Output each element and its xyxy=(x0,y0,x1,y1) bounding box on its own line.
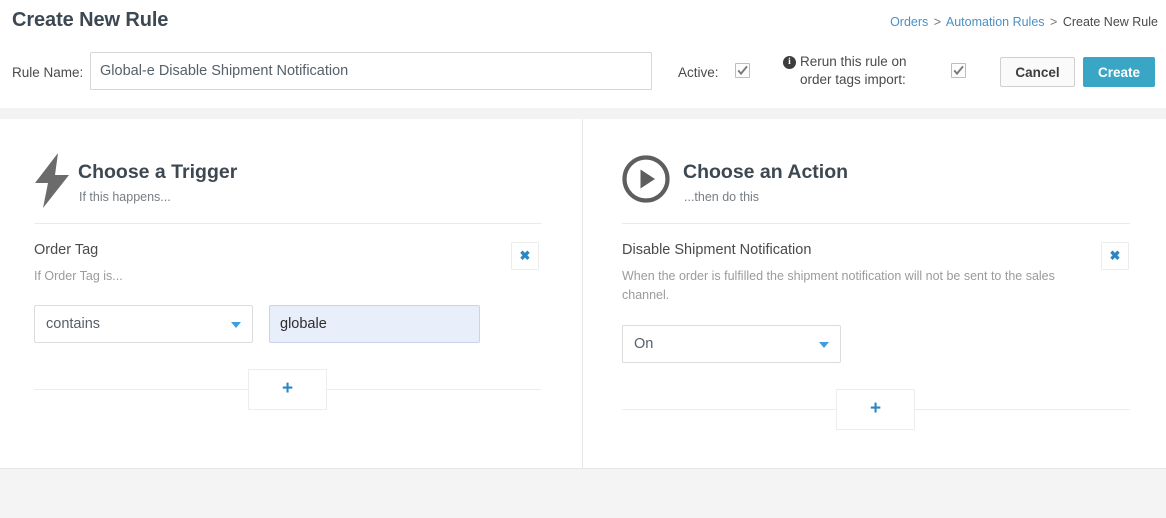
active-label: Active: xyxy=(678,65,719,80)
trigger-operator-value: contains xyxy=(46,316,101,332)
trigger-header-divider xyxy=(34,223,541,224)
breadcrumb-orders[interactable]: Orders xyxy=(890,15,928,29)
play-circle-icon xyxy=(621,154,671,209)
page-header: Create New Rule Orders > Automation Rule… xyxy=(0,0,1166,108)
create-button[interactable]: Create xyxy=(1083,57,1155,87)
action-state-select[interactable]: On xyxy=(622,325,841,363)
column-divider xyxy=(582,119,583,468)
add-action-button[interactable]: + xyxy=(836,389,915,430)
action-title: Choose an Action xyxy=(683,161,849,183)
info-icon[interactable]: i xyxy=(783,56,796,69)
add-trigger-row: + xyxy=(34,369,541,410)
cancel-button[interactable]: Cancel xyxy=(1000,57,1075,87)
trigger-subtitle: If this happens... xyxy=(79,190,171,204)
chevron-down-icon xyxy=(819,342,829,348)
breadcrumb-automation-rules[interactable]: Automation Rules xyxy=(946,15,1045,29)
add-action-row: + xyxy=(622,389,1130,430)
rule-name-label: Rule Name: xyxy=(12,65,84,80)
trigger-value-input[interactable] xyxy=(269,305,480,343)
breadcrumb-separator-2: > xyxy=(1050,15,1058,29)
breadcrumb: Orders > Automation Rules > Create New R… xyxy=(890,15,1158,29)
page-title: Create New Rule xyxy=(12,9,169,31)
action-header-divider xyxy=(622,223,1130,224)
chevron-down-icon xyxy=(231,322,241,328)
remove-action-button[interactable]: ✖ xyxy=(1101,242,1129,270)
checkmark-icon xyxy=(737,65,748,76)
trigger-title: Choose a Trigger xyxy=(78,161,238,183)
rule-name-input[interactable] xyxy=(90,52,652,90)
trigger-operator-select[interactable]: contains xyxy=(34,305,253,343)
rerun-label: Rerun this rule on order tags import: xyxy=(800,54,907,87)
action-state-value: On xyxy=(634,336,654,352)
breadcrumb-separator-1: > xyxy=(933,15,942,29)
lightning-bolt-icon xyxy=(31,153,73,213)
action-subtitle: ...then do this xyxy=(684,190,760,204)
trigger-item-title: Order Tag xyxy=(34,242,99,258)
active-checkbox[interactable] xyxy=(735,63,750,78)
breadcrumb-current: Create New Rule xyxy=(1062,15,1158,29)
rerun-on-import-checkbox[interactable] xyxy=(951,63,966,78)
checkmark-icon xyxy=(953,65,964,76)
action-item-description: When the order is fulfilled the shipment… xyxy=(622,269,1055,302)
trigger-item-description: If Order Tag is... xyxy=(34,269,123,283)
action-item-title: Disable Shipment Notification xyxy=(622,242,812,258)
remove-trigger-button[interactable]: ✖ xyxy=(511,242,539,270)
add-trigger-button[interactable]: + xyxy=(248,369,327,410)
rule-editor-card: Choose a Trigger If this happens... Orde… xyxy=(0,119,1166,469)
